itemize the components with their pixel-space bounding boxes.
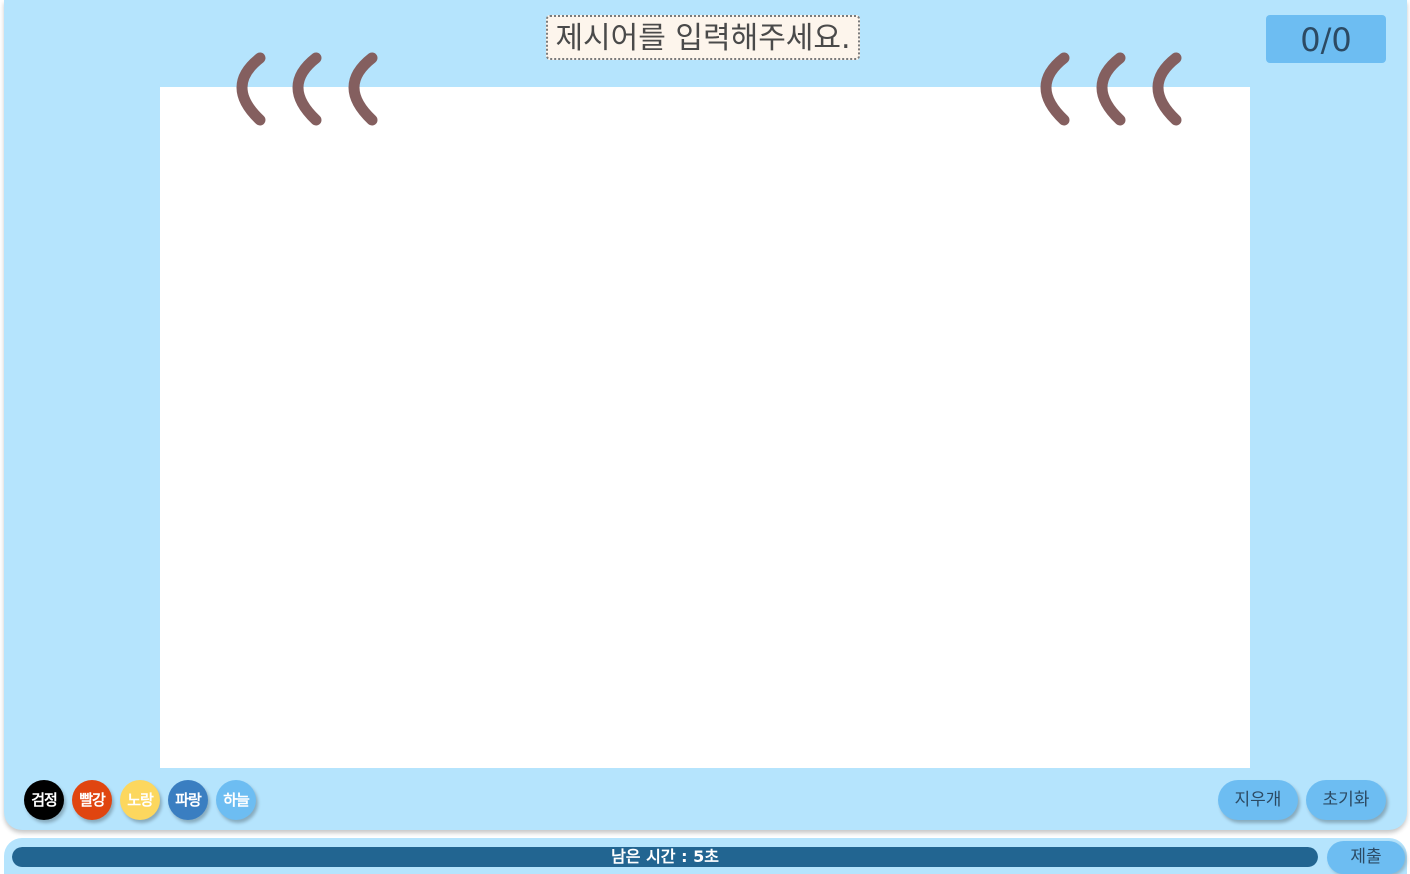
score-display: 0/0 <box>1266 15 1386 63</box>
drawing-canvas[interactable] <box>160 87 1250 768</box>
timer-label: 남은 시간 : 5초 <box>611 847 719 866</box>
reset-button[interactable]: 초기화 <box>1306 780 1386 820</box>
color-skyblue-button[interactable]: 하늘 <box>216 780 256 820</box>
hook-icon <box>236 52 266 126</box>
word-prompt-display: 제시어를 입력해주세요. <box>546 15 860 60</box>
paper-clip-hooks-left <box>222 48 382 132</box>
color-black-button[interactable]: 검정 <box>24 780 64 820</box>
hook-icon <box>348 52 378 126</box>
color-blue-button[interactable]: 파랑 <box>168 780 208 820</box>
hook-icon <box>1096 52 1126 126</box>
hook-icon <box>1152 52 1182 126</box>
paper-clip-hooks-right <box>1026 48 1186 132</box>
submit-button[interactable]: 제출 <box>1327 841 1405 874</box>
color-yellow-button[interactable]: 노랑 <box>120 780 160 820</box>
hook-icon <box>292 52 322 126</box>
color-red-button[interactable]: 빨강 <box>72 780 112 820</box>
eraser-button[interactable]: 지우개 <box>1218 780 1298 820</box>
hook-icon <box>1040 52 1070 126</box>
